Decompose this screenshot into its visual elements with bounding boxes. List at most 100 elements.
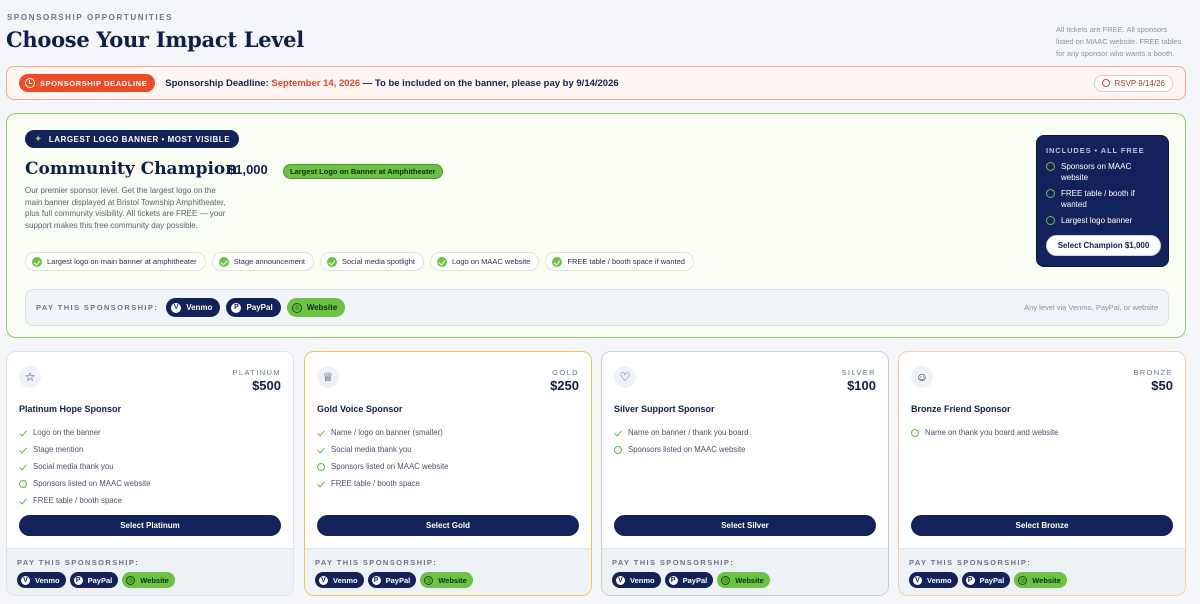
eyebrow: SPONSORSHIP OPPORTUNITIES: [7, 13, 174, 22]
check-icon: [317, 429, 325, 437]
tier-features: Name / logo on banner (smaller) Social m…: [317, 424, 448, 492]
website-button[interactable]: ◎ Website: [286, 298, 346, 317]
paypal-icon: P: [73, 575, 83, 585]
tier-features: Logo on the banner Stage mention Social …: [19, 424, 150, 509]
paypal-button[interactable]: P PayPal: [664, 572, 714, 588]
feature-label: Social media thank you: [33, 462, 114, 471]
paypal-label: PayPal: [87, 575, 113, 585]
pay-label: PAY THIS SPONSORSHIP:: [909, 558, 1032, 567]
paypal-label: PayPal: [979, 575, 1005, 585]
tier-card-gold: ♕ GOLD $250 Gold Voice Sponsor Name / lo…: [304, 351, 592, 596]
includes-panel: INCLUDES • ALL FREE Sponsors on MAAC web…: [1036, 135, 1169, 267]
website-button[interactable]: ◎ Website: [717, 572, 770, 588]
feature-item: Social media thank you: [19, 458, 150, 475]
venmo-label: Venmo: [927, 575, 952, 585]
feature-label: Sponsors listed on MAAC website: [628, 445, 746, 454]
include-item: Sponsors on MAAC website: [1046, 161, 1159, 183]
deadline-badge-label: SPONSORSHIP DEADLINE: [40, 78, 148, 88]
venmo-icon: V: [319, 575, 328, 585]
tier-level: SILVER: [841, 368, 876, 377]
select-platinum-button[interactable]: Select Platinum: [19, 515, 281, 536]
alarm-icon: [1102, 79, 1111, 87]
feature-label: Logo on the banner: [33, 428, 101, 437]
benefit-label: Social media spotlight: [342, 257, 415, 266]
venmo-button[interactable]: V Venmo: [612, 572, 661, 588]
pay-label: PAY THIS SPONSORSHIP:: [17, 558, 140, 567]
website-label: Website: [735, 575, 764, 585]
feature-item: Sponsors listed on MAAC website: [614, 441, 749, 458]
select-silver-button[interactable]: Select Silver: [614, 515, 876, 536]
tier-pay-footer: PAY THIS SPONSORSHIP: V Venmo P PayPal ◎ We…: [602, 548, 888, 595]
paypal-button[interactable]: P PayPal: [961, 572, 1011, 588]
tier-pay-footer: PAY THIS SPONSORSHIP: V Venmo P PayPal ◎ We…: [899, 548, 1185, 595]
tier-price: $500: [252, 378, 281, 393]
benefit-chip: FREE table / booth space if wanted: [545, 252, 694, 271]
venmo-button[interactable]: V Venmo: [909, 572, 958, 588]
tier-level: BRONZE: [1133, 368, 1173, 377]
include-item: Largest logo banner: [1046, 215, 1159, 226]
globe-icon: [614, 445, 622, 454]
side-note: All tickets are FREE. All sponsors liste…: [1056, 25, 1182, 58]
tier-features: Name on banner / thank you board Sponsor…: [614, 424, 749, 458]
check-icon: [436, 256, 447, 267]
include-label: FREE table / booth if wanted: [1061, 189, 1135, 209]
website-label: Website: [1032, 575, 1061, 585]
store-icon: [1046, 189, 1055, 198]
paypal-button[interactable]: P PayPal: [226, 298, 281, 317]
globe-icon: ◎: [1018, 575, 1028, 585]
website-button[interactable]: ◎ Website: [122, 572, 175, 588]
clock-icon: [25, 78, 35, 88]
website-label: Website: [306, 303, 338, 312]
venmo-button[interactable]: V Venmo: [315, 572, 364, 588]
feature-item: Name on thank you board and website: [911, 424, 1059, 441]
deadline-date: September 14, 2026: [271, 77, 361, 89]
select-gold-button[interactable]: Select Gold: [317, 515, 579, 536]
check-icon: [218, 256, 229, 267]
venmo-icon: V: [616, 575, 625, 585]
tier-card-silver: ♡ SILVER $100 Silver Support Sponsor Nam…: [601, 351, 889, 596]
paypal-icon: P: [231, 302, 242, 313]
check-icon: [317, 480, 325, 488]
tier-name: Platinum Hope Sponsor: [19, 404, 122, 414]
rsvp-label: RSVP 9/14/26: [1114, 78, 1165, 88]
champion-tag: Largest Logo on Banner at Amphitheater: [283, 164, 443, 179]
tier-card-platinum: ☆ PLATINUM $500 Platinum Hope Sponsor Lo…: [6, 351, 294, 596]
venmo-button[interactable]: V Venmo: [17, 572, 66, 588]
champion-price: $1,000: [228, 162, 268, 177]
heart-icon: ♡: [614, 366, 636, 388]
tier-name: Gold Voice Sponsor: [317, 404, 403, 414]
feature-item: Sponsors listed on MAAC website: [317, 458, 448, 475]
website-button[interactable]: ◎ Website: [420, 572, 473, 588]
feature-item: Social media thank you: [317, 441, 448, 458]
deadline-banner: SPONSORSHIP DEADLINE Sponsorship Deadlin…: [6, 66, 1186, 100]
tier-card-bronze: ☺ BRONZE $50 Bronze Friend Sponsor Name …: [898, 351, 1186, 596]
rsvp-badge: RSVP 9/14/26: [1094, 74, 1173, 92]
benefit-chip: Social media spotlight: [320, 252, 424, 271]
check-icon: [19, 463, 27, 471]
feature-label: Name on banner / thank you board: [628, 428, 749, 437]
benefit-label: Logo on MAAC website: [451, 257, 531, 266]
paypal-icon: P: [668, 575, 678, 585]
globe-icon: ◎: [721, 575, 731, 585]
feature-item: Sponsors listed on MAAC website: [19, 475, 150, 492]
feature-item: FREE table / booth space: [317, 475, 448, 492]
feature-label: FREE table / booth space: [33, 496, 122, 505]
feature-item: Name / logo on banner (smaller): [317, 424, 448, 441]
tier-level: GOLD: [552, 368, 579, 377]
champion-badge: ✦ LARGEST LOGO BANNER • MOST VISIBLE: [25, 130, 240, 148]
feature-label: Name / logo on banner (smaller): [331, 428, 443, 437]
users-icon: ☺: [911, 366, 933, 388]
select-champion-button[interactable]: Select Champion $1,000: [1046, 235, 1161, 256]
venmo-button[interactable]: V Venmo: [166, 298, 221, 317]
check-icon: [19, 429, 27, 437]
check-icon: [327, 256, 337, 267]
website-label: Website: [140, 575, 169, 585]
website-button[interactable]: ◎ Website: [1014, 572, 1067, 588]
paypal-icon: P: [965, 575, 975, 585]
includes-heading: INCLUDES • ALL FREE: [1046, 146, 1145, 155]
paypal-button[interactable]: P PayPal: [69, 572, 119, 588]
benefit-label: Stage announcement: [233, 257, 305, 266]
feature-label: Sponsors listed on MAAC website: [33, 479, 151, 488]
select-bronze-button[interactable]: Select Bronze: [911, 515, 1173, 536]
paypal-button[interactable]: P PayPal: [367, 572, 417, 588]
